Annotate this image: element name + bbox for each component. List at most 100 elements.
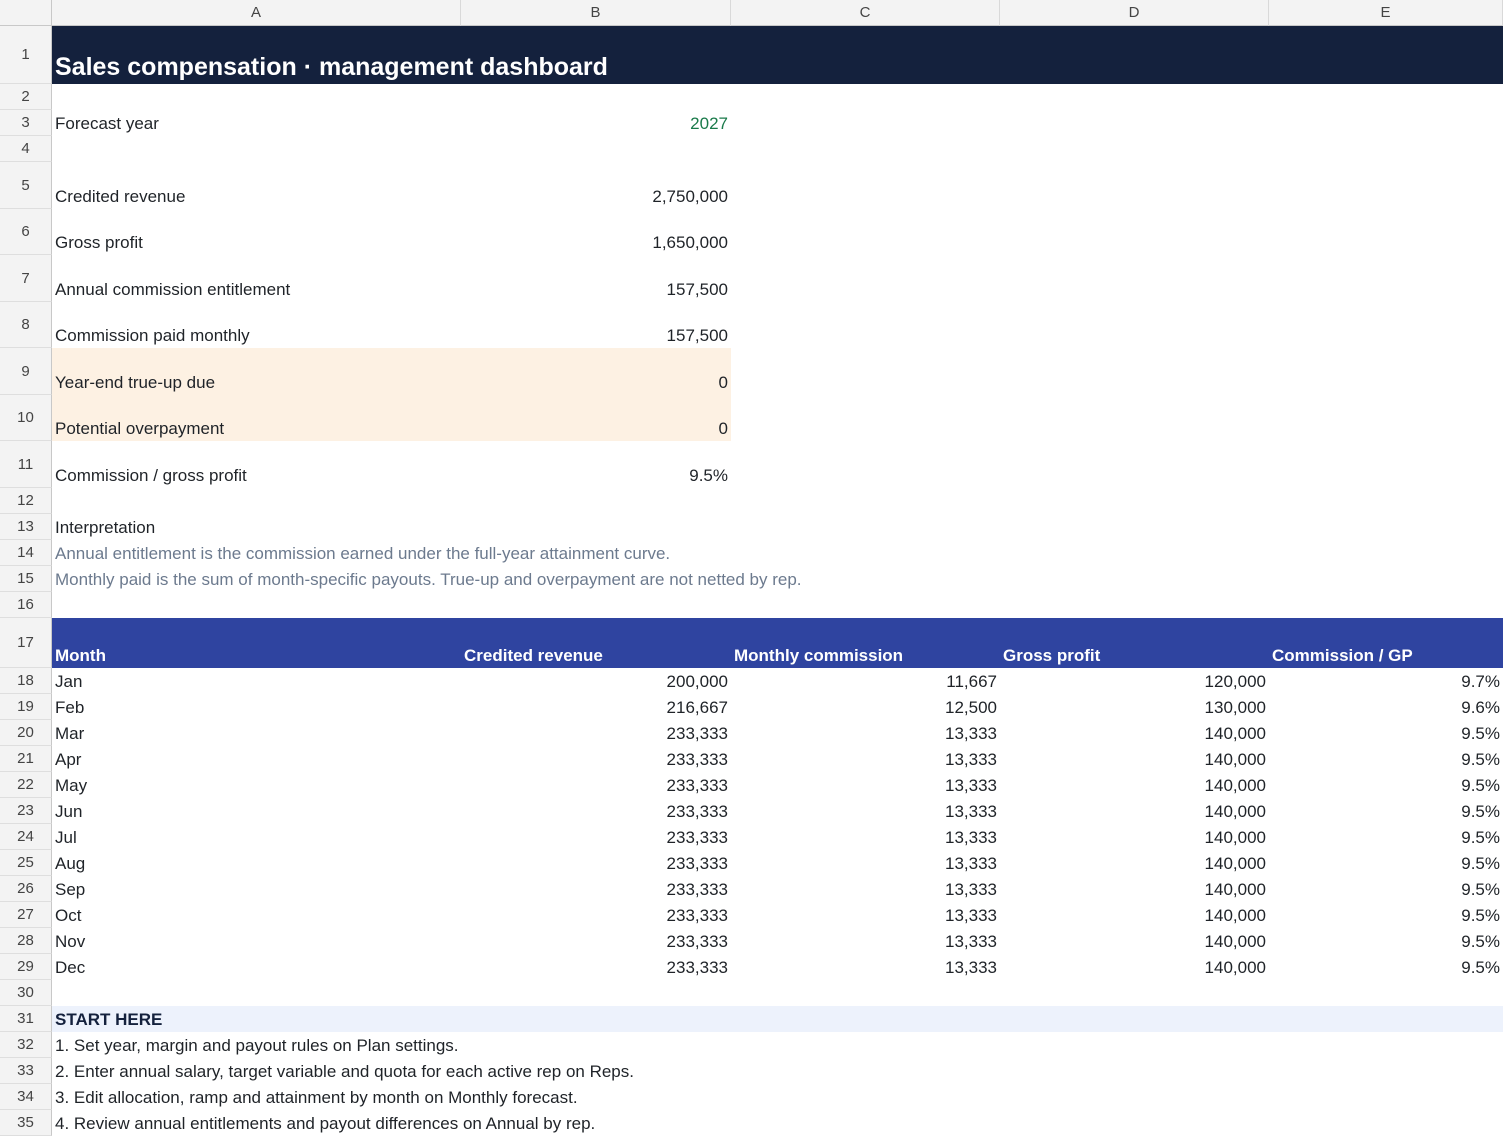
table-cell[interactable]: 13,333	[731, 902, 1000, 928]
month-cell[interactable]: Dec	[52, 954, 461, 980]
month-cell[interactable]: Nov	[52, 928, 461, 954]
month-cell[interactable]: Apr	[52, 746, 461, 772]
row-header-7[interactable]: 7	[0, 255, 52, 302]
table-cell[interactable]: 13,333	[731, 798, 1000, 824]
table-cell[interactable]: 13,333	[731, 876, 1000, 902]
row-header-33[interactable]: 33	[0, 1058, 52, 1084]
kpi-label[interactable]: Commission paid monthly	[52, 302, 461, 348]
kpi-value[interactable]: 1,650,000	[461, 209, 731, 255]
table-cell[interactable]: 120,000	[1000, 668, 1269, 694]
table-cell[interactable]: 216,667	[461, 694, 731, 720]
kpi-label[interactable]: Year-end true-up due	[52, 348, 461, 395]
table-cell[interactable]: 11,667	[731, 668, 1000, 694]
table-column-header[interactable]: Monthly commission	[731, 618, 1000, 668]
row-header-8[interactable]: 8	[0, 302, 52, 348]
kpi-label[interactable]: Commission / gross profit	[52, 441, 461, 488]
row-header-10[interactable]: 10	[0, 395, 52, 441]
table-cell[interactable]: 233,333	[461, 772, 731, 798]
month-cell[interactable]: Jan	[52, 668, 461, 694]
table-cell[interactable]: 9.5%	[1269, 772, 1503, 798]
table-cell[interactable]: 9.5%	[1269, 720, 1503, 746]
kpi-value[interactable]: 9.5%	[461, 441, 731, 488]
start-step[interactable]: 4. Review annual entitlements and payout…	[52, 1110, 1503, 1136]
row-header-28[interactable]: 28	[0, 928, 52, 954]
table-cell[interactable]: 233,333	[461, 746, 731, 772]
start-step[interactable]: 2. Enter annual salary, target variable …	[52, 1058, 1503, 1084]
table-cell[interactable]: 233,333	[461, 928, 731, 954]
table-cell[interactable]: 13,333	[731, 954, 1000, 980]
column-header-c[interactable]: C	[731, 0, 1000, 26]
row-header-24[interactable]: 24	[0, 824, 52, 850]
table-column-header[interactable]: Credited revenue	[461, 618, 731, 668]
table-cell[interactable]: 9.5%	[1269, 850, 1503, 876]
row-header-20[interactable]: 20	[0, 720, 52, 746]
kpi-label[interactable]: Annual commission entitlement	[52, 255, 461, 302]
table-cell[interactable]: 140,000	[1000, 876, 1269, 902]
interpretation-heading[interactable]: Interpretation	[52, 514, 1503, 540]
table-column-header[interactable]: Gross profit	[1000, 618, 1269, 668]
row-header-30[interactable]: 30	[0, 980, 52, 1006]
row-header-5[interactable]: 5	[0, 162, 52, 209]
month-cell[interactable]: Jun	[52, 798, 461, 824]
table-cell[interactable]: 140,000	[1000, 954, 1269, 980]
table-cell[interactable]: 140,000	[1000, 720, 1269, 746]
table-cell[interactable]: 13,333	[731, 746, 1000, 772]
row-header-26[interactable]: 26	[0, 876, 52, 902]
row-header-32[interactable]: 32	[0, 1032, 52, 1058]
row-header-3[interactable]: 3	[0, 110, 52, 136]
table-cell[interactable]: 9.6%	[1269, 694, 1503, 720]
table-cell[interactable]: 13,333	[731, 824, 1000, 850]
table-cell[interactable]: 9.5%	[1269, 876, 1503, 902]
interpretation-note[interactable]: Monthly paid is the sum of month-specifi…	[52, 566, 1503, 592]
table-cell[interactable]: 13,333	[731, 850, 1000, 876]
row-header-1[interactable]: 1	[0, 26, 52, 84]
table-cell[interactable]: 140,000	[1000, 772, 1269, 798]
start-step[interactable]: 1. Set year, margin and payout rules on …	[52, 1032, 1503, 1058]
row-header-4[interactable]: 4	[0, 136, 52, 162]
table-cell[interactable]: 140,000	[1000, 928, 1269, 954]
kpi-label[interactable]: Gross profit	[52, 209, 461, 255]
table-cell[interactable]: 140,000	[1000, 850, 1269, 876]
kpi-value[interactable]: 157,500	[461, 255, 731, 302]
table-cell[interactable]: 12,500	[731, 694, 1000, 720]
select-all-corner[interactable]	[0, 0, 52, 26]
table-cell[interactable]: 200,000	[461, 668, 731, 694]
row-header-19[interactable]: 19	[0, 694, 52, 720]
table-column-header[interactable]: Commission / GP	[1269, 618, 1503, 668]
row-header-31[interactable]: 31	[0, 1006, 52, 1032]
row-header-25[interactable]: 25	[0, 850, 52, 876]
forecast-year-label[interactable]: Forecast year	[52, 110, 461, 136]
table-cell[interactable]: 140,000	[1000, 746, 1269, 772]
row-header-2[interactable]: 2	[0, 84, 52, 110]
kpi-value[interactable]: 2,750,000	[461, 162, 731, 209]
row-header-13[interactable]: 13	[0, 514, 52, 540]
table-cell[interactable]: 233,333	[461, 954, 731, 980]
table-cell[interactable]: 233,333	[461, 850, 731, 876]
row-header-16[interactable]: 16	[0, 592, 52, 618]
row-header-29[interactable]: 29	[0, 954, 52, 980]
forecast-year-input[interactable]: 2027	[461, 110, 731, 136]
table-cell[interactable]: 140,000	[1000, 902, 1269, 928]
row-header-11[interactable]: 11	[0, 441, 52, 488]
table-cell[interactable]: 13,333	[731, 720, 1000, 746]
table-cell[interactable]: 9.5%	[1269, 824, 1503, 850]
table-cell[interactable]: 9.7%	[1269, 668, 1503, 694]
row-header-17[interactable]: 17	[0, 618, 52, 668]
table-cell[interactable]: 140,000	[1000, 824, 1269, 850]
column-header-d[interactable]: D	[1000, 0, 1269, 26]
row-header-22[interactable]: 22	[0, 772, 52, 798]
kpi-label[interactable]: Potential overpayment	[52, 395, 461, 441]
table-cell[interactable]: 13,333	[731, 772, 1000, 798]
row-header-27[interactable]: 27	[0, 902, 52, 928]
row-header-18[interactable]: 18	[0, 668, 52, 694]
table-cell[interactable]: 140,000	[1000, 798, 1269, 824]
row-header-15[interactable]: 15	[0, 566, 52, 592]
row-header-35[interactable]: 35	[0, 1110, 52, 1136]
start-here-heading[interactable]: START HERE	[52, 1006, 1503, 1032]
table-cell[interactable]: 9.5%	[1269, 798, 1503, 824]
table-cell[interactable]: 233,333	[461, 720, 731, 746]
month-cell[interactable]: Sep	[52, 876, 461, 902]
table-cell[interactable]: 233,333	[461, 876, 731, 902]
row-header-12[interactable]: 12	[0, 488, 52, 514]
start-step[interactable]: 3. Edit allocation, ramp and attainment …	[52, 1084, 1503, 1110]
